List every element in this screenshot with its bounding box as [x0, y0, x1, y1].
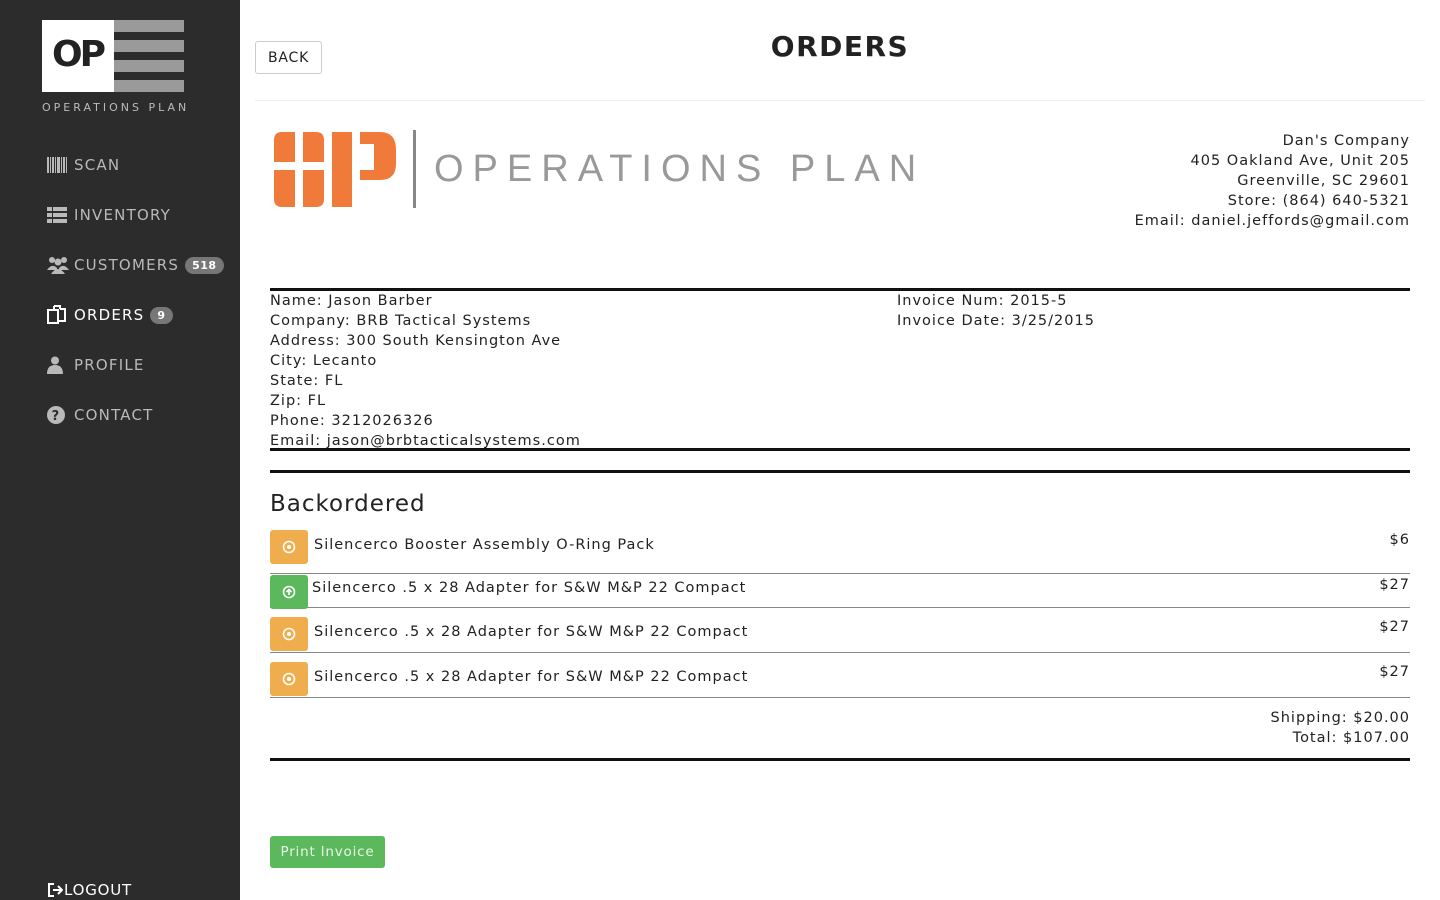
sidebar-item-label: ORDERS: [74, 306, 145, 324]
customer-zip: Zip: FL: [270, 393, 327, 409]
company-city-state-zip: Greenville, SC 29601: [1237, 173, 1410, 189]
invoice-brand-logo: OPERATIONS PLAN: [270, 130, 916, 210]
list-icon: [47, 205, 69, 225]
invoice-date: Invoice Date: 3/25/2015: [897, 313, 1095, 329]
company-info: Dan's Company 405 Oakland Ave, Unit 205 …: [1135, 131, 1410, 231]
brand-text: OPERATIONS PLAN: [434, 148, 926, 190]
logout-label: LOGOUT: [64, 881, 133, 899]
list-item: Silencerco Booster Assembly O-Ring Pack …: [270, 529, 1410, 574]
logo-stripe: [114, 40, 184, 52]
header-divider: [255, 100, 1425, 101]
logo-box: OP: [42, 20, 114, 92]
customer-name: Name: Jason Barber: [270, 293, 433, 309]
logo-stripe: [114, 80, 184, 92]
logo-stripe: [114, 60, 184, 72]
item-price: $27: [1379, 619, 1410, 635]
invoice-number: Invoice Num: 2015-5: [897, 293, 1068, 309]
invoice-totals: Shipping: $20.00 Total: $107.00: [1271, 708, 1410, 748]
logout-icon: [47, 882, 63, 898]
sidebar-item-profile[interactable]: PROFILE: [47, 350, 145, 380]
sidebar-logo[interactable]: OP: [42, 20, 184, 92]
dot-circle-icon: [282, 672, 296, 686]
invoice-divider: [270, 758, 1410, 761]
customer-city: City: Lecanto: [270, 353, 378, 369]
total-amount: Total: $107.00: [1292, 730, 1410, 746]
customers-count-badge: 518: [185, 256, 224, 274]
company-email: Email: daniel.jeffords@gmail.com: [1134, 213, 1410, 229]
logout-button[interactable]: LOGOUT: [47, 881, 132, 899]
item-status-button[interactable]: [270, 662, 308, 696]
invoice-divider: [270, 470, 1410, 473]
customer-phone: Phone: 3212026326: [270, 413, 434, 429]
copy-icon: [47, 305, 69, 325]
sidebar-item-customers[interactable]: CUSTOMERS 518: [47, 250, 224, 280]
sidebar-item-orders[interactable]: ORDERS 9: [47, 300, 173, 330]
back-button[interactable]: BACK: [255, 41, 322, 74]
item-name: Silencerco Booster Assembly O-Ring Pack: [314, 537, 655, 553]
item-name: Silencerco .5 x 28 Adapter for S&W M&P 2…: [312, 580, 747, 596]
item-status-button[interactable]: [270, 530, 308, 564]
logo-stripe: [114, 20, 184, 32]
item-price: $27: [1379, 664, 1410, 680]
logo-mark-text: OP: [52, 34, 106, 75]
section-title-backordered: Backordered: [270, 491, 426, 517]
users-icon: [47, 255, 69, 275]
dot-circle-icon: [282, 627, 296, 641]
customer-state: State: FL: [270, 373, 344, 389]
list-item: Silencerco .5 x 28 Adapter for S&W M&P 2…: [270, 574, 1410, 609]
svg-text:?: ?: [52, 409, 61, 424]
item-price: $27: [1379, 577, 1410, 593]
customer-address: Address: 300 South Kensington Ave: [270, 333, 562, 349]
orders-count-badge: 9: [150, 306, 173, 324]
list-item: Silencerco .5 x 28 Adapter for S&W M&P 2…: [270, 653, 1410, 698]
item-status-button[interactable]: [270, 617, 308, 651]
sidebar-item-inventory[interactable]: INVENTORY: [47, 200, 171, 230]
question-icon: ?: [47, 405, 69, 425]
sidebar-item-label: CONTACT: [74, 406, 154, 424]
sidebar-item-scan[interactable]: SCAN: [47, 150, 120, 180]
sidebar-item-label: CUSTOMERS: [74, 256, 180, 274]
item-name: Silencerco .5 x 28 Adapter for S&W M&P 2…: [314, 669, 749, 685]
brand-divider: [413, 130, 416, 208]
company-name: Dan's Company: [1282, 133, 1410, 149]
item-price: $6: [1389, 532, 1410, 548]
arrow-up-circle-icon: [282, 585, 296, 599]
op-logo-mark-icon: [274, 132, 396, 207]
sidebar-item-label: SCAN: [74, 156, 121, 174]
invoice-meta: Invoice Num: 2015-5 Invoice Date: 3/25/2…: [897, 291, 1095, 331]
print-invoice-button[interactable]: Print Invoice: [270, 836, 385, 868]
barcode-icon: [47, 155, 69, 175]
sidebar: OP OPERATIONS PLAN SCAN INVENTORY CUSTOM…: [0, 0, 240, 900]
sidebar-item-contact[interactable]: ? CONTACT: [47, 400, 154, 430]
dot-circle-icon: [282, 540, 296, 554]
item-name: Silencerco .5 x 28 Adapter for S&W M&P 2…: [314, 624, 749, 640]
sidebar-item-label: PROFILE: [74, 356, 145, 374]
item-status-button[interactable]: [270, 575, 308, 609]
company-store-phone: Store: (864) 640-5321: [1227, 193, 1410, 209]
shipping-amount: Shipping: $20.00: [1270, 710, 1410, 726]
invoice-divider: [270, 448, 1410, 451]
list-item: Silencerco .5 x 28 Adapter for S&W M&P 2…: [270, 608, 1410, 653]
sidebar-item-label: INVENTORY: [74, 206, 171, 224]
page-title: ORDERS: [770, 30, 910, 63]
company-address: 405 Oakland Ave, Unit 205: [1190, 153, 1410, 169]
customer-info: Name: Jason Barber Company: BRB Tactical…: [270, 291, 581, 451]
customer-company: Company: BRB Tactical Systems: [270, 313, 532, 329]
logo-caption: OPERATIONS PLAN: [42, 101, 190, 114]
user-icon: [47, 355, 69, 375]
